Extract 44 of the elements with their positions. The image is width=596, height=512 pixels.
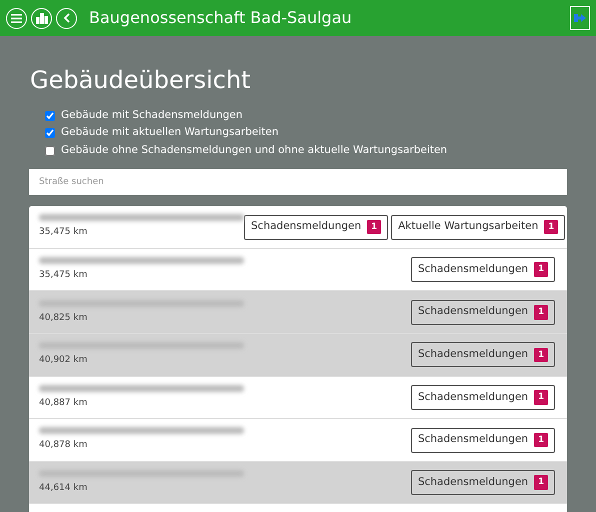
distance-text: 40,878 km [39,439,88,452]
page-title: Gebäudeübersicht [30,66,252,95]
filter-checkbox[interactable] [45,110,55,121]
report-button[interactable]: Schadensmeldungen 1 [410,300,555,325]
back-icon [62,13,70,23]
count-badge: 1 [534,304,548,320]
menu-icon [11,14,22,22]
report-button[interactable]: Schadensmeldungen 1 [410,470,555,496]
filter-label: Gebäude mit Schadensmeldungen [61,108,243,123]
building-row[interactable]: 40,825 km Schadensmeldungen 1 [29,291,567,334]
filter-label: Gebäude ohne Schadensmeldungen und ohne aktuelle Wartungsarbeiten [61,142,448,158]
building-row[interactable]: 40,887 km Schadensmeldungen 1 [29,376,567,420]
filter-checkbox[interactable] [45,146,55,156]
building-row[interactable]: 40,902 km Schadensmeldungen 1 [29,334,567,377]
filter-checkbox[interactable] [45,128,55,138]
count-badge: 1 [534,348,548,362]
buildings-button[interactable] [31,8,52,28]
report-button[interactable]: Schadensmeldungen 1 [410,384,555,410]
search-field[interactable]: Straße suchen [29,169,567,196]
app-title: Baugenossenschaft Bad-Saulgau [89,7,352,29]
count-badge: 1 [534,432,548,448]
count-badge: 1 [534,390,548,405]
count-badge: 1 [367,220,382,234]
count-badge: 1 [544,220,558,234]
building-row[interactable]: 35,475 km Schadensmeldungen 1 Aktuelle Wartungsarbeiten 1 [29,206,567,249]
logout-icon [574,13,586,23]
distance-text: 35,475 km [39,226,88,240]
building-row[interactable]: 44,614 km Schadensmeldungen 1 [29,462,567,504]
count-badge: 1 [534,262,548,278]
filter-label: Gebäude mit aktuellen Wartungsarbeiten [61,125,278,140]
report-button[interactable]: Aktuelle Wartungsarbeiten 1 [391,214,566,240]
report-button[interactable]: Schadensmeldungen 1 [410,257,555,282]
distance-text: 40,902 km [39,354,88,368]
menu-button[interactable] [6,8,27,28]
count-badge: 1 [534,475,548,490]
distance-text: 40,825 km [39,312,88,325]
distance-text: 44,614 km [39,482,88,495]
distance-text: 35,475 km [39,268,88,282]
back-button[interactable] [56,8,77,28]
report-button[interactable]: Schadensmeldungen 1 [244,214,388,240]
report-button[interactable]: Schadensmeldungen 1 [410,428,555,453]
distance-text: 40,887 km [39,396,88,410]
logout-button[interactable] [570,6,590,30]
report-button[interactable]: Schadensmeldungen 1 [410,342,555,368]
